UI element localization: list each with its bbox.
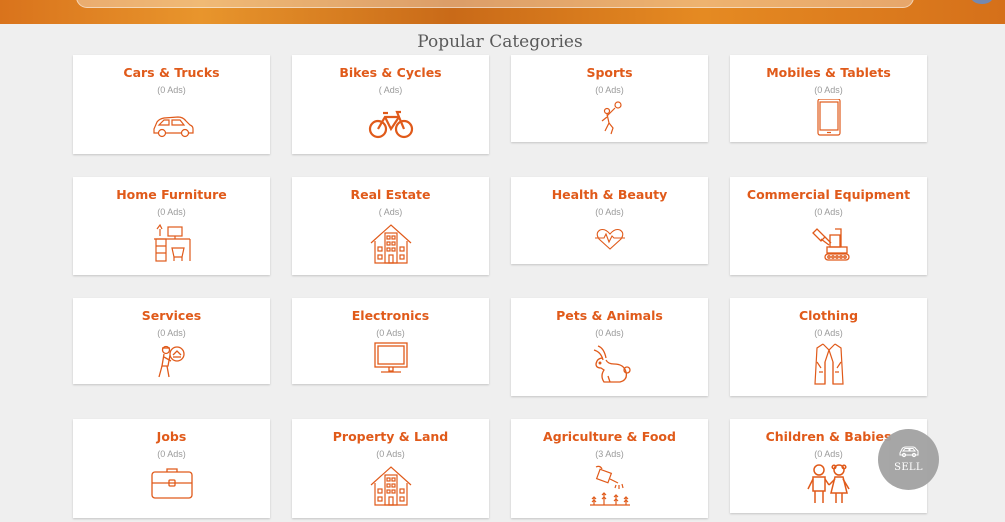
category-ad-count: (3 Ads) xyxy=(595,449,624,459)
car-icon xyxy=(899,446,918,458)
children-icon xyxy=(801,463,857,513)
category-title: Sports xyxy=(586,65,633,80)
category-ad-count: (0 Ads) xyxy=(814,207,843,217)
jacket-icon xyxy=(801,342,857,392)
category-ad-count: (0 Ads) xyxy=(814,85,843,95)
building-icon xyxy=(363,221,419,271)
bicycle-icon xyxy=(363,99,419,149)
category-title: Cars & Trucks xyxy=(123,65,220,80)
category-title: Agriculture & Food xyxy=(543,429,676,444)
sports-player-icon xyxy=(582,99,638,149)
sell-button[interactable]: SELL xyxy=(878,429,939,490)
category-title: Bikes & Cycles xyxy=(339,65,442,80)
category-title: Mobiles & Tablets xyxy=(766,65,891,80)
category-ad-count: (0 Ads) xyxy=(157,449,186,459)
category-title: Electronics xyxy=(351,308,430,323)
category-title: Real Estate xyxy=(350,187,431,202)
car-icon xyxy=(144,99,200,149)
search-bar[interactable] xyxy=(76,0,914,8)
category-title: Pets & Animals xyxy=(556,308,663,323)
category-ad-count: (0 Ads) xyxy=(595,328,624,338)
tablet-icon xyxy=(801,98,857,149)
category-card-agriculture-food[interactable]: Agriculture & Food (3 Ads) xyxy=(511,419,708,518)
category-card-bikes-cycles[interactable]: Bikes & Cycles ( Ads) xyxy=(292,55,489,154)
category-card-pets-animals[interactable]: Pets & Animals (0 Ads) xyxy=(511,298,708,396)
briefcase-icon xyxy=(144,463,200,513)
category-ad-count: (0 Ads) xyxy=(157,85,186,95)
category-card-commercial-equipment[interactable]: Commercial Equipment (0 Ads) xyxy=(730,177,927,275)
category-ad-count: (0 Ads) xyxy=(157,207,186,217)
category-ad-count: (0 Ads) xyxy=(376,328,405,338)
category-card-home-furniture[interactable]: Home Furniture (0 Ads) xyxy=(73,177,270,275)
category-ad-count: (0 Ads) xyxy=(376,449,405,459)
desk-furniture-icon xyxy=(144,221,200,271)
heartbeat-icon xyxy=(582,221,638,271)
category-title: Health & Beauty xyxy=(551,187,668,202)
category-title: Jobs xyxy=(156,429,187,444)
category-title: Home Furniture xyxy=(116,187,227,202)
category-card-sports[interactable]: Sports (0 Ads) xyxy=(511,55,708,142)
sell-label: SELL xyxy=(894,462,923,473)
category-title: Clothing xyxy=(798,308,859,323)
category-card-jobs[interactable]: Jobs (0 Ads) xyxy=(73,419,270,518)
category-card-cars-trucks[interactable]: Cars & Trucks (0 Ads) xyxy=(73,55,270,154)
category-card-property-land[interactable]: Property & Land (0 Ads) xyxy=(292,419,489,518)
category-card-services[interactable]: Services (0 Ads) xyxy=(73,298,270,384)
category-title: Property & Land xyxy=(332,429,449,444)
category-title: Services xyxy=(141,308,202,323)
category-ad-count: (0 Ads) xyxy=(595,85,624,95)
hero-banner xyxy=(0,0,1005,24)
category-ad-count: ( Ads) xyxy=(378,207,403,217)
section-title: Popular Categories xyxy=(417,32,583,52)
category-card-mobiles-tablets[interactable]: Mobiles & Tablets (0 Ads) xyxy=(730,55,927,142)
category-title: Commercial Equipment xyxy=(746,187,911,202)
category-card-real-estate[interactable]: Real Estate ( Ads) xyxy=(292,177,489,275)
excavator-icon xyxy=(801,221,857,271)
category-card-electronics[interactable]: Electronics (0 Ads) xyxy=(292,298,489,384)
category-ad-count: (0 Ads) xyxy=(814,328,843,338)
service-worker-icon xyxy=(144,342,200,392)
user-avatar[interactable] xyxy=(971,0,993,4)
category-ad-count: (0 Ads) xyxy=(595,207,624,217)
watering-can-icon xyxy=(582,463,638,513)
category-ad-count: (0 Ads) xyxy=(157,328,186,338)
monitor-icon xyxy=(363,342,419,392)
category-ad-count: ( Ads) xyxy=(378,85,403,95)
building-icon xyxy=(363,463,419,513)
category-card-health-beauty[interactable]: Health & Beauty (0 Ads) xyxy=(511,177,708,264)
category-card-clothing[interactable]: Clothing (0 Ads) xyxy=(730,298,927,396)
rabbit-icon xyxy=(582,342,638,392)
